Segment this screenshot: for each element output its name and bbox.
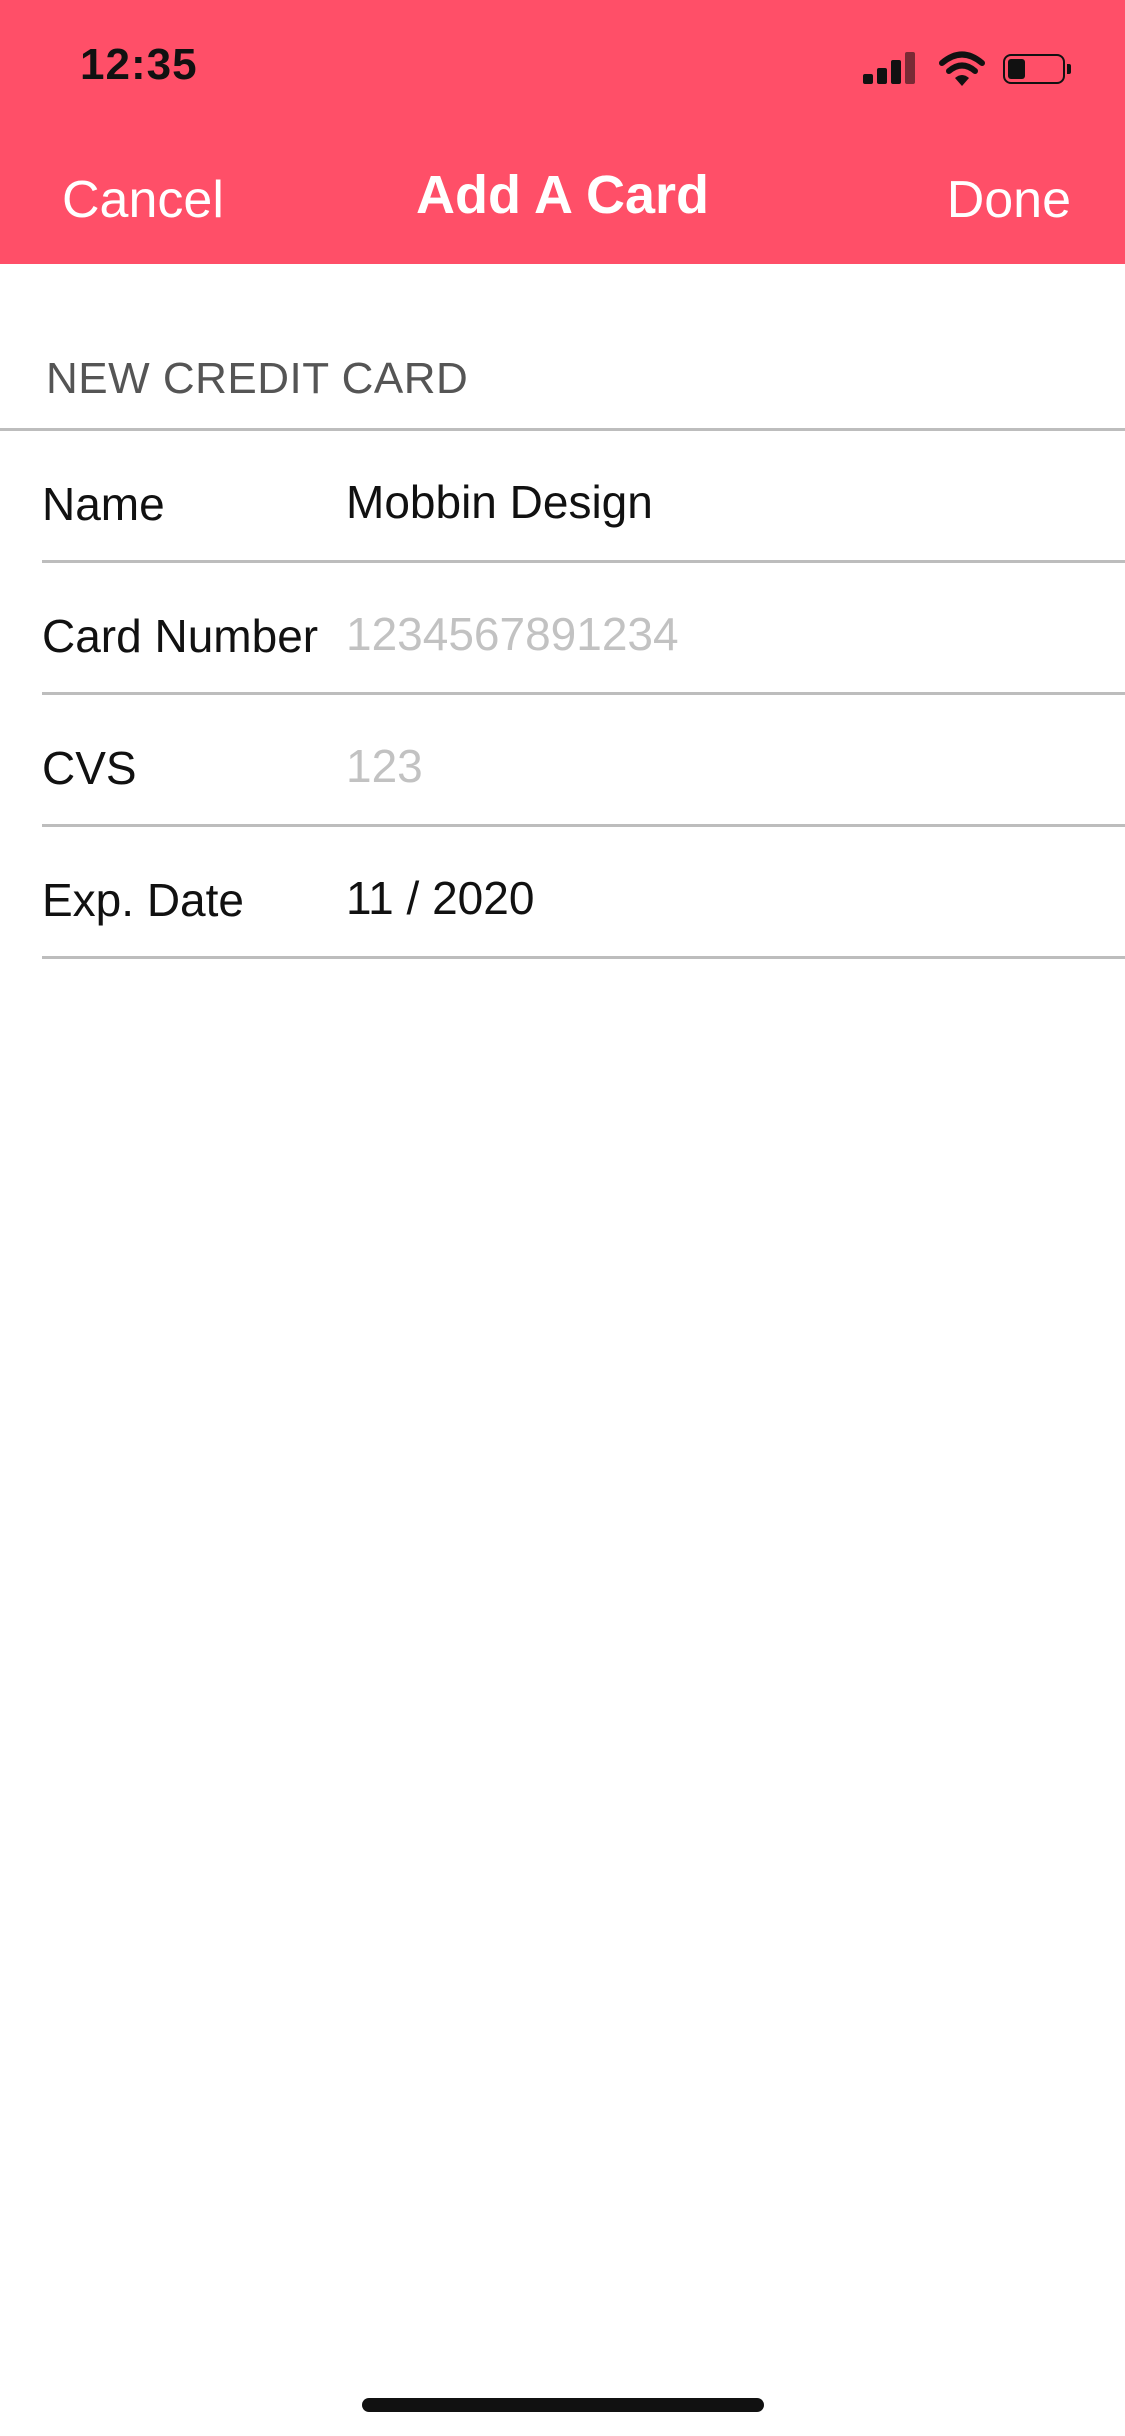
- card-number-label: Card Number: [42, 610, 319, 662]
- exp-date-label: Exp. Date: [42, 874, 244, 926]
- section-header: NEW CREDIT CARD: [46, 354, 469, 403]
- form-row-cvs: CVS: [42, 695, 1125, 827]
- status-icons: [861, 50, 1081, 90]
- cvs-input[interactable]: [346, 739, 1086, 793]
- form-row-card-number: Card Number: [42, 563, 1125, 695]
- status-time: 12:35: [80, 40, 198, 89]
- cancel-button[interactable]: Cancel: [62, 170, 224, 230]
- cellular-signal-icon: [861, 50, 917, 90]
- form-row-name: Name: [42, 431, 1125, 563]
- card-number-input[interactable]: [346, 607, 1086, 661]
- form-row-exp-date: Exp. Date: [42, 827, 1125, 959]
- nav-header: 12:35 Cancel Add A Card Done: [0, 0, 1125, 264]
- exp-date-input[interactable]: [346, 871, 1086, 925]
- name-input[interactable]: [346, 475, 1086, 529]
- done-button[interactable]: Done: [947, 170, 1071, 230]
- name-label: Name: [42, 478, 165, 530]
- home-indicator[interactable]: [362, 2398, 764, 2412]
- battery-icon: [1003, 54, 1073, 86]
- wifi-icon: [939, 50, 985, 90]
- cvs-label: CVS: [42, 742, 137, 794]
